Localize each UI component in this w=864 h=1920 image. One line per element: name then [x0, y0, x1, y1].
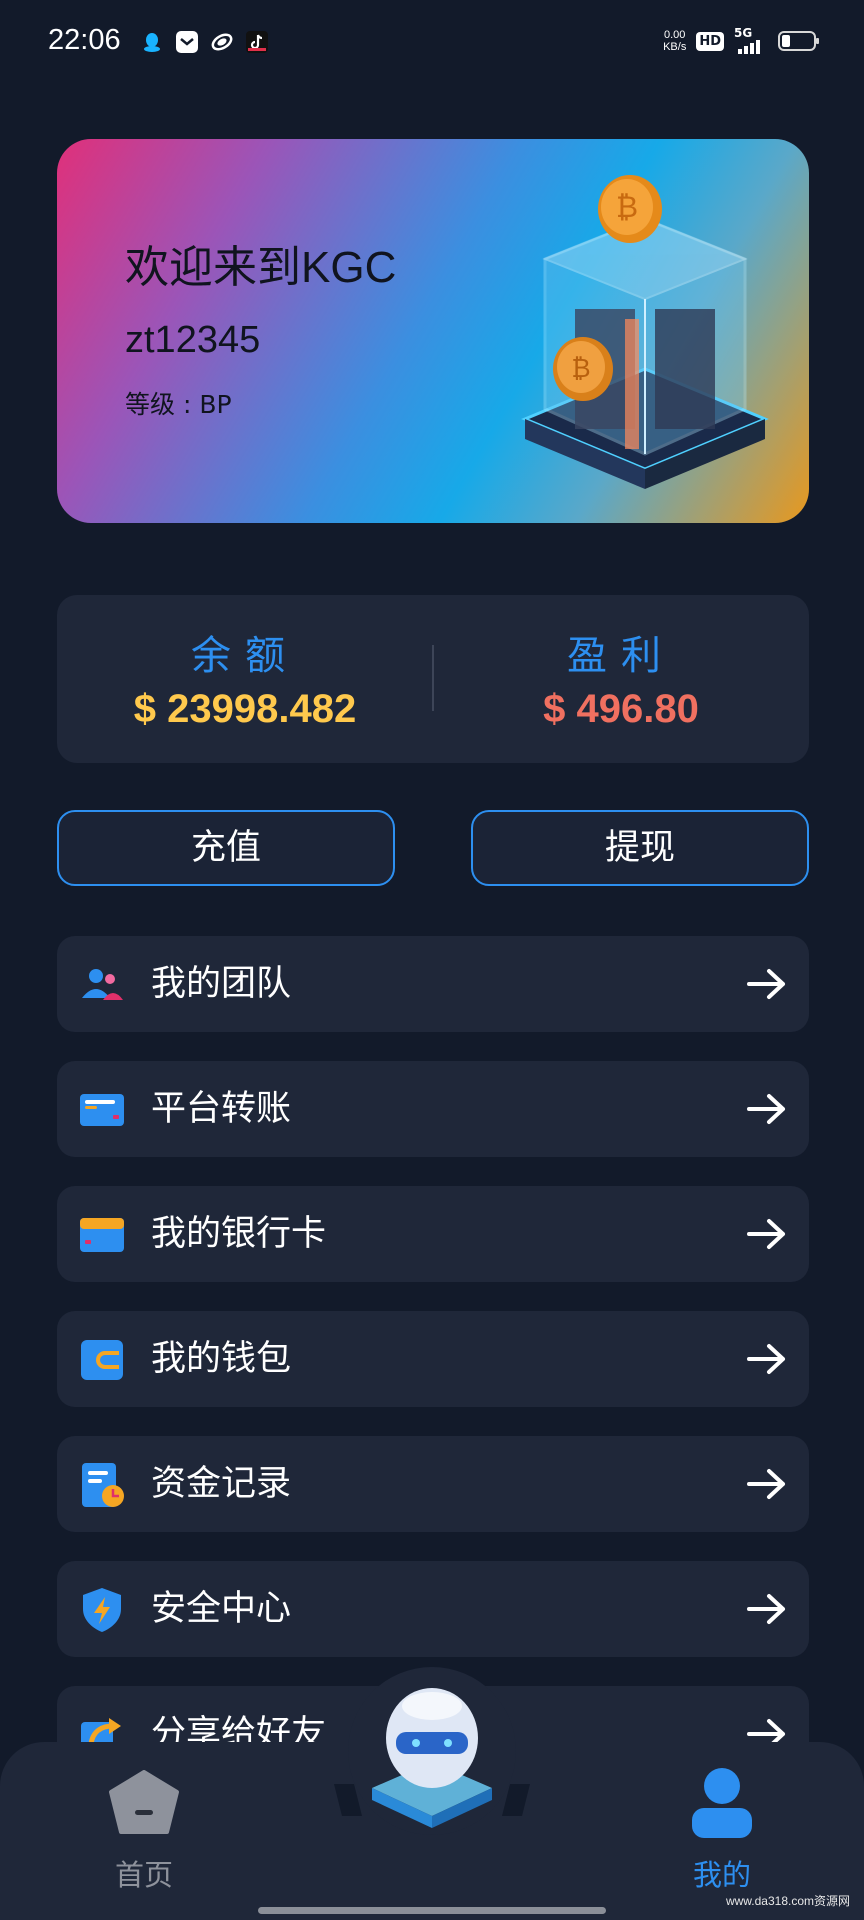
- nav-mine-label: 我的: [692, 1858, 751, 1892]
- signal-icon: 5G: [734, 26, 768, 54]
- profit-label: 盈利: [567, 633, 675, 679]
- qq-icon: [144, 33, 160, 52]
- balance-section: 余额 $ 23998.482: [57, 623, 433, 732]
- profit-section: 盈利 $ 496.80: [433, 623, 809, 732]
- arrow-right-icon: [747, 1219, 785, 1249]
- net-speed-unit: KB/s: [663, 41, 687, 53]
- svg-text:₿: ₿: [571, 354, 590, 384]
- balance-card: 余额 $ 23998.482 盈利 $ 496.80: [57, 595, 809, 763]
- menu-item-wallet[interactable]: 我的钱包: [57, 1311, 809, 1407]
- profit-value: $ 496.80: [543, 687, 699, 731]
- security-shield-icon: [83, 1588, 121, 1632]
- network-type: 5G: [734, 26, 753, 40]
- status-time: 22:06: [48, 24, 121, 56]
- arrow-right-icon: [747, 1594, 785, 1624]
- mail-icon: [176, 31, 198, 53]
- arrow-right-icon: [747, 1094, 785, 1124]
- nav-home-label: 首页: [114, 1858, 173, 1892]
- menu-label-bank-card: 我的银行卡: [151, 1214, 327, 1254]
- recharge-button[interactable]: 充值: [57, 810, 395, 886]
- balance-value: $ 23998.482: [133, 687, 357, 731]
- menu-item-transfer[interactable]: 平台转账: [57, 1061, 809, 1157]
- welcome-card: 欢迎来到KGC zt12345 等级 : BP ₿ ₿: [57, 139, 809, 523]
- svg-text:₿: ₿: [616, 190, 638, 225]
- bank-card-icon: [80, 1218, 124, 1252]
- status-right: 0.00 KB/s HD 5G: [663, 26, 819, 54]
- transfer-card-icon: [80, 1094, 124, 1126]
- battery-icon: [778, 31, 819, 51]
- watermark: www.da318.com资源网: [725, 1894, 850, 1908]
- hd-badge: HD: [696, 31, 724, 51]
- browser-icon: [211, 33, 233, 51]
- net-speed: 0.00 KB/s: [663, 29, 686, 53]
- username: zt12345: [125, 319, 261, 361]
- menu-item-security[interactable]: 安全中心: [57, 1561, 809, 1657]
- crypto-vault-illustration: ₿ ₿: [521, 175, 769, 489]
- balance-label: 余额: [191, 633, 299, 679]
- signal-bars: [738, 40, 760, 54]
- fund-record-icon: [82, 1463, 124, 1507]
- tiktok-icon: [246, 31, 268, 53]
- arrow-right-icon: [747, 1344, 785, 1374]
- menu-label-security: 安全中心: [151, 1589, 292, 1629]
- home-icon: [109, 1770, 179, 1834]
- menu-label-wallet: 我的钱包: [151, 1339, 292, 1379]
- arrow-right-icon: [747, 969, 785, 999]
- menu-item-bank-card[interactable]: 我的银行卡: [57, 1186, 809, 1282]
- home-indicator: [258, 1907, 606, 1914]
- team-icon: [82, 969, 123, 1000]
- arrow-right-icon: [747, 1469, 785, 1499]
- user-level: 等级 : BP: [125, 390, 232, 419]
- menu-label-team: 我的团队: [151, 964, 292, 1004]
- user-profile-icon: [692, 1768, 752, 1838]
- withdraw-button[interactable]: 提现: [471, 810, 809, 886]
- menu-item-team[interactable]: 我的团队: [57, 936, 809, 1032]
- wallet-icon: [81, 1340, 123, 1380]
- nav-home[interactable]: 首页: [64, 1742, 224, 1920]
- welcome-title: 欢迎来到KGC: [125, 243, 397, 292]
- status-bar: 22:06 0.00 KB/s HD 5G: [0, 0, 864, 86]
- menu-label-fund-records: 资金记录: [151, 1464, 292, 1504]
- menu-item-fund-records[interactable]: 资金记录: [57, 1436, 809, 1532]
- menu-label-transfer: 平台转账: [151, 1089, 292, 1129]
- notification-icons: [140, 30, 269, 54]
- net-speed-value: 0.00: [664, 29, 686, 41]
- robot-center-button[interactable]: [332, 1666, 532, 1836]
